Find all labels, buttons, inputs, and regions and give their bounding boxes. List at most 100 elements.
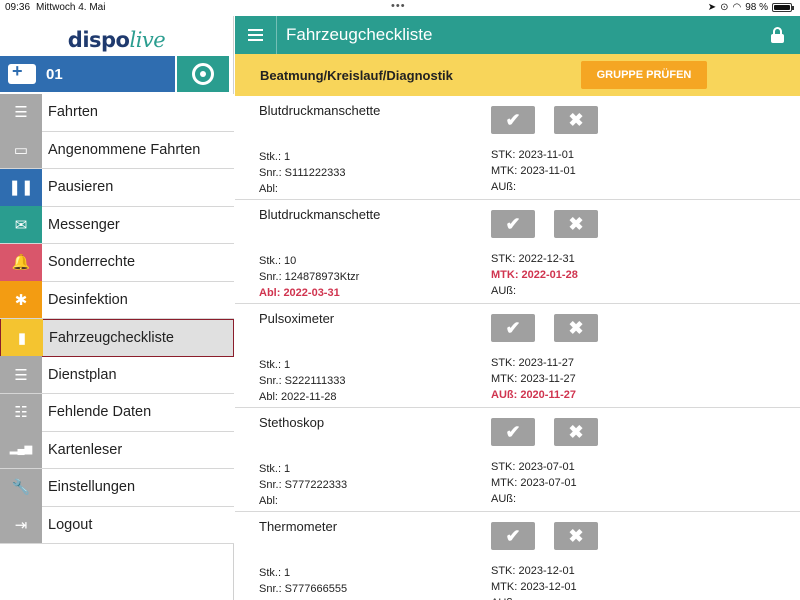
confirm-button[interactable]: ✔ — [491, 522, 535, 550]
logo-brand: dispo — [67, 28, 130, 52]
check-group-button[interactable]: GRUPPE PRÜFEN — [581, 61, 707, 89]
sidebar-item-label: Desinfektion — [48, 291, 128, 308]
item-expiry: Abl: — [259, 183, 278, 195]
sidebar-item-logout[interactable]: ⇥ Logout — [0, 506, 234, 544]
sidebar-item-label: Fahrzeugcheckliste — [49, 329, 174, 346]
status-date: Mittwoch 4. Mai — [36, 2, 106, 13]
check-icon: ✔ — [505, 421, 521, 442]
checklist-item: Blutdruckmanschette ✔ ✖ Stk.: 1 Snr.: S11122… — [235, 96, 800, 200]
signal-bars-icon: ▂▄▆ — [0, 431, 42, 469]
sidebar-item-label: Fahrten — [48, 104, 98, 121]
item-expiry: Abl: — [259, 495, 278, 507]
item-stk-date: STK: 2023-12-01 — [491, 565, 575, 577]
sidebar-item-sonderrechte[interactable]: 🔔 Sonderrechte — [0, 243, 234, 282]
item-stk-date: STK: 2022-12-31 — [491, 253, 575, 265]
status-bar: 09:36 Mittwoch 4. Mai ••• ➤ ⊙ ◠ 98 % — [0, 0, 800, 16]
sidebar-item-desinfektion[interactable]: ✱ Desinfektion — [0, 281, 234, 319]
radio-signal-icon — [192, 63, 214, 85]
logout-icon: ⇥ — [0, 506, 42, 544]
item-name: Stethoskop — [259, 415, 325, 430]
bug-icon: ✱ — [0, 281, 42, 319]
lock-rotation-icon: ⊙ — [720, 2, 729, 13]
sidebar-item-messenger[interactable]: ✉ Messenger — [0, 206, 234, 244]
list-icon: ☰ — [0, 356, 42, 394]
reject-button[interactable]: ✖ — [554, 418, 598, 446]
multitask-dots-icon[interactable]: ••• — [391, 0, 406, 12]
item-mtk-date: MTK: 2023-12-01 — [491, 581, 577, 593]
sidebar-menu: ☰ Fahrten ▭ Angenommene Fahrten ❚❚ Pausieren ✉… — [0, 93, 234, 544]
list-icon: ☰ — [0, 93, 42, 131]
sidebar-item-label: Logout — [48, 516, 93, 533]
item-expiry: Abl: 2022-11-28 — [259, 391, 337, 403]
item-stk-date: STK: 2023-11-01 — [491, 149, 574, 161]
group-header: Beatmung/Kreislauf/Diagnostik GRUPPE PRÜ… — [235, 54, 800, 96]
lock-icon[interactable] — [771, 27, 784, 43]
sidebar-item-label: Fehlende Daten — [48, 404, 152, 421]
sidebar-item-dienstplan[interactable]: ☰ Dienstplan — [0, 356, 234, 394]
sidebar-item-fehlende-daten[interactable]: ☷ Fehlende Daten — [0, 393, 234, 432]
reject-button[interactable]: ✖ — [554, 210, 598, 238]
vehicle-selector[interactable]: 01 — [0, 56, 175, 92]
item-name: Blutdruckmanschette — [259, 207, 381, 222]
item-aub-date: AUß: 2020-11-27 — [491, 389, 576, 401]
item-serial: Snr.: 124878973Ktzr — [259, 271, 360, 283]
item-quantity: Stk.: 1 — [259, 463, 291, 475]
reject-button[interactable]: ✖ — [554, 106, 598, 134]
vehicle-number: 01 — [46, 65, 63, 83]
item-stk-date: STK: 2023-07-01 — [491, 461, 575, 473]
sidebar-item-einstellungen[interactable]: 🔧 Einstellungen — [0, 468, 234, 507]
check-icon: ✔ — [505, 525, 521, 546]
sidebar-item-fahrten[interactable]: ☰ Fahrten — [0, 93, 234, 132]
item-expiry: Abl: 2022-03-31 — [259, 287, 340, 299]
item-name: Blutdruckmanschette — [259, 103, 381, 118]
reject-button[interactable]: ✖ — [554, 522, 598, 550]
check-icon: ✔ — [505, 317, 521, 338]
item-aub-date: AUß: — [491, 181, 517, 193]
app-logo: dispolive — [0, 16, 233, 56]
checklist-item: Thermometer✔✖Stk.: 1Snr.: S777666555Abl:… — [235, 512, 800, 600]
sidebar-item-label: Kartenleser — [48, 441, 123, 458]
item-mtk-date: MTK: 2023-07-01 — [491, 477, 577, 489]
sidebar-item-label: Messenger — [48, 216, 120, 233]
item-quantity: Stk.: 1 — [259, 359, 291, 371]
sidebar-item-label: Sonderrechte — [48, 254, 136, 271]
close-icon: ✖ — [568, 525, 584, 546]
item-stk-date: STK: 2023-11-27 — [491, 357, 574, 369]
check-icon: ✔ — [505, 109, 521, 130]
logo-suffix: live — [129, 28, 166, 52]
envelope-icon: ✉ — [0, 206, 42, 244]
sidebar-item-pausieren[interactable]: ❚❚ Pausieren — [0, 168, 234, 207]
bell-icon: 🔔 — [0, 243, 42, 281]
header-bar: Fahrzeugcheckliste — [235, 16, 800, 54]
item-name: Pulsoximeter — [259, 311, 335, 326]
wifi-icon: ◠ — [732, 2, 742, 13]
sidebar-item-kartenleser[interactable]: ▂▄▆ Kartenleser — [0, 431, 234, 469]
confirm-button[interactable]: ✔ — [491, 418, 535, 446]
location-arrow-icon: ➤ — [707, 2, 717, 13]
sidebar: dispolive 01 ☰ Fahrten ▭ Angenommene Fahrte… — [0, 16, 234, 600]
connection-status-button[interactable] — [177, 56, 229, 92]
wrench-icon: 🔧 — [0, 468, 42, 506]
confirm-button[interactable]: ✔ — [491, 210, 535, 238]
item-quantity: Stk.: 1 — [259, 151, 291, 163]
status-time: 09:36 — [5, 2, 31, 13]
sidebar-item-label: Einstellungen — [48, 479, 136, 496]
sidebar-item-fahrzeugcheckliste[interactable]: ▮ Fahrzeugcheckliste — [0, 319, 234, 357]
item-mtk-date: MTK: 2023-11-27 — [491, 373, 576, 385]
confirm-button[interactable]: ✔ — [491, 314, 535, 342]
battery-percent: 98 % — [745, 2, 768, 13]
sidebar-item-label: Angenommene Fahrten — [48, 141, 201, 158]
checklist[interactable]: Blutdruckmanschette ✔ ✖ Stk.: 1 Snr.: S11122… — [235, 96, 800, 600]
close-icon: ✖ — [568, 421, 584, 442]
group-title: Beatmung/Kreislauf/Diagnostik — [260, 68, 453, 83]
battery-icon — [772, 3, 794, 12]
hamburger-menu-icon[interactable] — [235, 16, 277, 54]
item-aub-date: AUß: — [491, 595, 577, 600]
reject-button[interactable]: ✖ — [554, 314, 598, 342]
item-serial: Snr.: S777666555 — [259, 583, 348, 595]
book-icon: ▮ — [1, 319, 43, 357]
item-serial: Snr.: S111222333 — [259, 167, 346, 179]
sidebar-item-angenommene-fahrten[interactable]: ▭ Angenommene Fahrten — [0, 131, 234, 169]
confirm-button[interactable]: ✔ — [491, 106, 535, 134]
checklist-item: Blutdruckmanschette ✔ ✖ Stk.: 10 Snr.: 12487… — [235, 200, 800, 304]
